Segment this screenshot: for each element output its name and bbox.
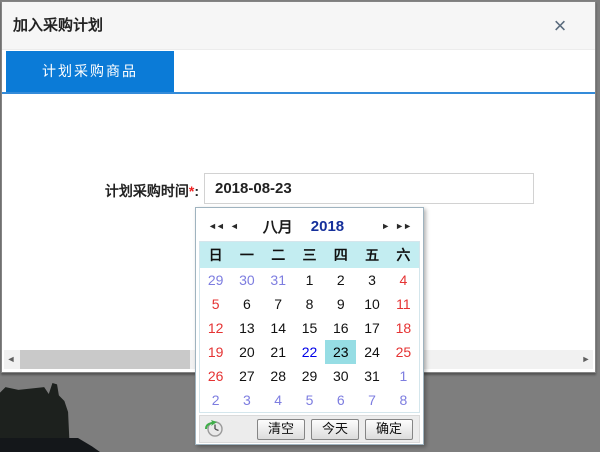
day-cell-normal-28[interactable]: 28 xyxy=(263,364,294,388)
weekday-label: 二 xyxy=(263,242,294,268)
day-cell-normal-24[interactable]: 24 xyxy=(356,340,387,364)
prev-year-icon[interactable]: ◄◄ xyxy=(205,221,227,231)
day-cell-normal-14[interactable]: 14 xyxy=(263,316,294,340)
background-photo-strip xyxy=(0,438,100,452)
day-cell-normal-3[interactable]: 3 xyxy=(356,268,387,292)
day-cell-weekend-5[interactable]: 5 xyxy=(200,292,231,316)
day-cell-prev-30[interactable]: 30 xyxy=(231,268,262,292)
day-cell-normal-20[interactable]: 20 xyxy=(231,340,262,364)
day-cell-weekend-19[interactable]: 19 xyxy=(200,340,231,364)
screen: 加入采购计划 × 计划采购商品 计划采购时间*: ◄ ► ◄◄ ◄ 八月 201… xyxy=(0,0,600,452)
scroll-right-arrow-icon[interactable]: ► xyxy=(579,350,593,369)
day-cell-prev-31[interactable]: 31 xyxy=(263,268,294,292)
day-cell-today-22[interactable]: 22 xyxy=(294,340,325,364)
day-cell-normal-30[interactable]: 30 xyxy=(325,364,356,388)
date-label-text: 计划采购时间 xyxy=(105,183,189,199)
calendar-year-label[interactable]: 2018 xyxy=(311,218,344,235)
weekday-label: 五 xyxy=(356,242,387,268)
day-cell-normal-10[interactable]: 10 xyxy=(356,292,387,316)
dialog-titlebar: 加入采购计划 × xyxy=(2,2,595,50)
day-cell-weekend-26[interactable]: 26 xyxy=(200,364,231,388)
day-cell-next-3[interactable]: 3 xyxy=(231,388,262,412)
calendar-day-grid: 2930311234567891011121314151617181920212… xyxy=(200,268,419,412)
day-cell-next-5[interactable]: 5 xyxy=(294,388,325,412)
day-cell-next-4[interactable]: 4 xyxy=(263,388,294,412)
today-button[interactable]: 今天 xyxy=(311,419,359,440)
day-cell-normal-27[interactable]: 27 xyxy=(231,364,262,388)
tab-planned-purchase-goods[interactable]: 计划采购商品 xyxy=(6,51,174,92)
day-cell-weekend-25[interactable]: 25 xyxy=(388,340,419,364)
day-cell-next-7[interactable]: 7 xyxy=(356,388,387,412)
day-cell-normal-2[interactable]: 2 xyxy=(325,268,356,292)
tab-strip: 计划采购商品 xyxy=(2,50,595,94)
calendar-footer: 清空 今天 确定 xyxy=(199,415,420,443)
day-cell-normal-29[interactable]: 29 xyxy=(294,364,325,388)
day-cell-normal-8[interactable]: 8 xyxy=(294,292,325,316)
clear-button[interactable]: 清空 xyxy=(257,419,305,440)
day-cell-normal-15[interactable]: 15 xyxy=(294,316,325,340)
day-cell-normal-21[interactable]: 21 xyxy=(263,340,294,364)
day-cell-normal-17[interactable]: 17 xyxy=(356,316,387,340)
day-cell-weekend-4[interactable]: 4 xyxy=(388,268,419,292)
date-picker-popup: ◄◄ ◄ 八月 2018 ► ►► 日一二三四五六 29303112345678… xyxy=(195,207,424,445)
weekday-label: 六 xyxy=(388,242,419,268)
next-month-icon[interactable]: ► xyxy=(378,221,392,231)
day-cell-weekend-11[interactable]: 11 xyxy=(388,292,419,316)
day-cell-normal-16[interactable]: 16 xyxy=(325,316,356,340)
day-cell-normal-7[interactable]: 7 xyxy=(263,292,294,316)
date-field-label: 计划采购时间*: xyxy=(42,181,199,201)
day-cell-next-2[interactable]: 2 xyxy=(200,388,231,412)
scrollbar-thumb[interactable] xyxy=(20,350,190,369)
day-cell-normal-6[interactable]: 6 xyxy=(231,292,262,316)
day-cell-normal-13[interactable]: 13 xyxy=(231,316,262,340)
day-cell-next-6[interactable]: 6 xyxy=(325,388,356,412)
day-cell-normal-9[interactable]: 9 xyxy=(325,292,356,316)
close-icon[interactable]: × xyxy=(547,13,573,39)
time-picker-icon[interactable] xyxy=(204,420,224,438)
weekday-label: 三 xyxy=(294,242,325,268)
day-cell-next-1[interactable]: 1 xyxy=(388,364,419,388)
day-cell-next-8[interactable]: 8 xyxy=(388,388,419,412)
weekday-label: 四 xyxy=(325,242,356,268)
day-cell-weekend-12[interactable]: 12 xyxy=(200,316,231,340)
calendar-weekday-row: 日一二三四五六 xyxy=(200,242,419,268)
label-colon: : xyxy=(194,183,199,199)
scroll-left-arrow-icon[interactable]: ◄ xyxy=(4,350,18,369)
calendar-nav: ◄◄ ◄ 八月 2018 ► ►► xyxy=(199,211,420,241)
dialog-title: 加入采购计划 xyxy=(13,2,103,50)
day-cell-weekend-18[interactable]: 18 xyxy=(388,316,419,340)
day-cell-normal-1[interactable]: 1 xyxy=(294,268,325,292)
day-cell-selected-23[interactable]: 23 xyxy=(325,340,356,364)
planned-purchase-date-input[interactable] xyxy=(204,173,534,204)
weekday-label: 一 xyxy=(231,242,262,268)
next-year-icon[interactable]: ►► xyxy=(392,221,414,231)
day-cell-prev-29[interactable]: 29 xyxy=(200,268,231,292)
calendar-month-label[interactable]: 八月 xyxy=(263,216,293,237)
prev-month-icon[interactable]: ◄ xyxy=(227,221,241,231)
calendar-grid-box: 日一二三四五六 29303112345678910111213141516171… xyxy=(199,241,420,413)
day-cell-normal-31[interactable]: 31 xyxy=(356,364,387,388)
ok-button[interactable]: 确定 xyxy=(365,419,413,440)
weekday-label: 日 xyxy=(200,242,231,268)
